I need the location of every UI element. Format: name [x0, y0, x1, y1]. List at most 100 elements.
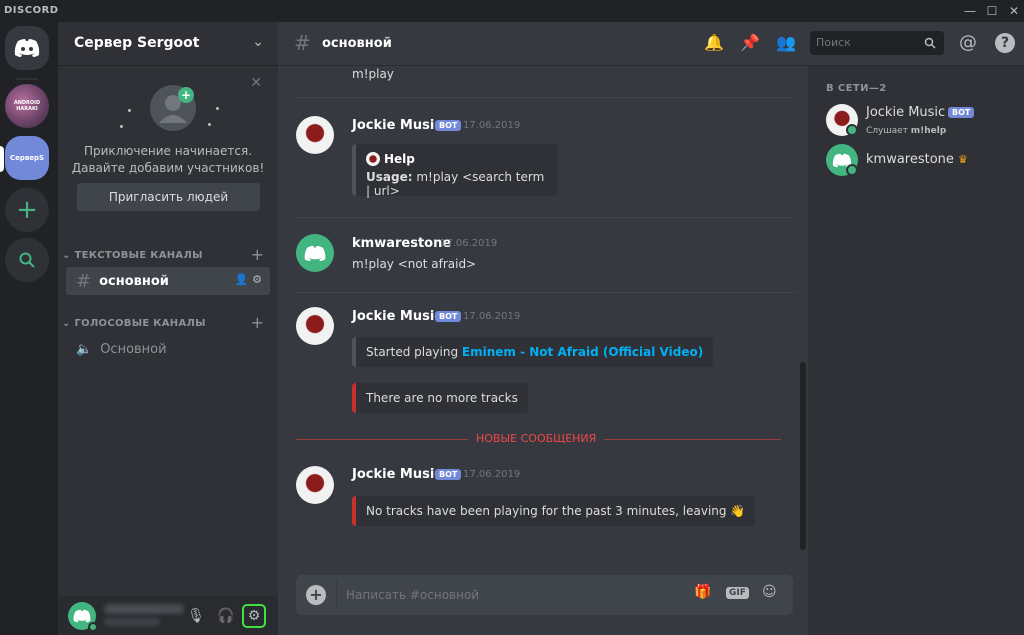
bot-badge: BOT [435, 311, 462, 322]
upload-button[interactable]: + [306, 585, 326, 605]
invite-icon[interactable]: 👤 [235, 273, 249, 286]
category-text-label: ТЕКСТОВЫЕ КАНАЛЫ [74, 250, 203, 261]
channel-tools: 👤 ⚙ [235, 273, 262, 286]
title-bar: DISCORD — ☐ ✕ [0, 0, 1024, 22]
gear-icon[interactable]: ⚙ [252, 273, 262, 286]
explore-servers-button[interactable] [5, 238, 49, 282]
guild-header[interactable]: Сервер Sergoot ⌄ [58, 22, 278, 66]
category-text-channels[interactable]: ⌄ ТЕКСТОВЫЕ КАНАЛЫ [62, 250, 203, 261]
home-button[interactable] [5, 26, 49, 70]
rail-separator [16, 78, 38, 80]
add-user-icon: + [178, 87, 194, 103]
invite-text-line2: Давайте добавим участников! [71, 161, 265, 175]
gift-icon[interactable]: 🎁 [694, 584, 711, 600]
timestamp: 17.06.2019 [463, 311, 521, 322]
avatar[interactable] [296, 116, 334, 154]
close-icon[interactable]: ✕ [250, 75, 262, 91]
search-input[interactable]: Поиск [810, 31, 944, 55]
message-divider [296, 217, 796, 218]
timestamp: 17.06.2019 [463, 120, 521, 131]
headphones-icon[interactable]: 🎧 [214, 604, 238, 628]
create-voice-channel-button[interactable]: + [251, 313, 264, 332]
member-activity: Слушает m!help [866, 126, 946, 136]
embed-usage: Usage: m!play <search term | url> [366, 170, 548, 198]
embed-text: No tracks have been playing for the past… [366, 504, 727, 518]
message-divider [296, 292, 796, 293]
search-icon [924, 37, 936, 49]
no-more-tracks-embed: There are no more tracks [352, 383, 528, 413]
voice-channel-osnovnoy[interactable]: 🔈 Основной [66, 335, 270, 363]
avatar[interactable] [296, 234, 334, 272]
active-server-indicator [0, 146, 4, 172]
server-serverS[interactable]: СерверS [5, 136, 49, 180]
track-link[interactable]: Eminem - Not Afraid (Official Video) [462, 345, 703, 359]
maximize-button[interactable]: ☐ [982, 2, 1002, 20]
member-item[interactable]: kmwarestone ♛ [824, 140, 1020, 180]
members-icon[interactable]: 👥 [776, 33, 796, 52]
search-icon [19, 252, 35, 268]
voice-channel-name: Основной [100, 341, 167, 357]
mentions-icon[interactable]: @ [959, 32, 977, 53]
avatar[interactable] [296, 466, 334, 504]
channel-osnovnoy[interactable]: # основной 👤 ⚙ [66, 267, 270, 295]
activity-prefix: Слушает [866, 126, 908, 136]
message-author[interactable]: Jockie Music [352, 118, 442, 133]
add-server-button[interactable]: + [5, 188, 49, 232]
hash-icon: # [76, 270, 92, 292]
member-item[interactable]: Jockie Music BOT Слушает m!help [824, 100, 1020, 140]
emoji-icon[interactable]: ☺ [762, 584, 777, 600]
speaker-icon: 🔈 [76, 341, 93, 357]
activity-bold: m!help [910, 126, 947, 136]
sparkle-dot [216, 107, 219, 110]
member-name: kmwarestone [866, 152, 954, 167]
invite-text: Приключение начинается. Давайте добавим … [68, 143, 268, 177]
invite-people-button[interactable]: Пригласить людей [77, 183, 260, 211]
usertag-blurred [104, 618, 160, 626]
message-author[interactable]: kmwarestone [352, 236, 451, 251]
gif-button[interactable]: GIF [726, 587, 749, 599]
leaving-embed: No tracks have been playing for the past… [352, 496, 756, 526]
wave-icon: 👋 [730, 504, 746, 518]
channel-title: основной [322, 36, 392, 51]
bot-badge: BOT [435, 120, 462, 131]
avatar[interactable] [296, 307, 334, 345]
close-window-button[interactable]: ✕ [1004, 2, 1024, 20]
server-android[interactable]: ANDROID HARAKI [5, 84, 49, 128]
sparkle-dot [208, 123, 211, 126]
sparkle-dot [120, 125, 123, 128]
microphone-icon[interactable]: 🎙 [184, 604, 208, 628]
search-placeholder: Поиск [816, 36, 851, 49]
chat-scrollbar[interactable] [800, 362, 806, 550]
message-input-bar: + 🎁 GIF ☺ [296, 575, 793, 615]
crown-icon: ♛ [958, 153, 968, 166]
embed-title-text: Help [384, 152, 415, 166]
help-icon[interactable]: ? [995, 33, 1015, 53]
new-messages-label: НОВЫЕ СООБЩЕНИЯ [468, 432, 605, 445]
channel-sidebar: Сервер Sergoot ⌄ ✕ + Приключение начинае… [58, 22, 278, 635]
user-settings-button[interactable]: ⚙ [242, 604, 266, 628]
online-category: В СЕТИ—2 [826, 83, 887, 94]
bell-icon[interactable]: 🔔 [704, 33, 724, 52]
message-content: m!play <not afraid> [352, 257, 477, 271]
minimize-button[interactable]: — [960, 2, 980, 20]
user-panel: 🎙 🎧 ⚙ [58, 596, 278, 635]
chat-header: # основной [278, 22, 808, 66]
now-playing-embed: Started playing Eminem - Not Afraid (Off… [352, 337, 714, 367]
message-divider [296, 97, 796, 98]
help-embed: Help Usage: m!play <search term | url> [352, 144, 558, 198]
member-list: В СЕТИ—2 Jockie Music BOT Слушает m!help… [808, 22, 1024, 635]
create-text-channel-button[interactable]: + [251, 245, 264, 264]
message-author[interactable]: Jockie Music [352, 467, 442, 482]
bot-badge: BOT [948, 107, 975, 118]
timestamp: 17.06.2019 [440, 238, 498, 249]
online-status-icon [846, 124, 858, 136]
invite-text-line1: Приключение начинается. [83, 144, 253, 158]
message-author[interactable]: Jockie Music [352, 309, 442, 324]
category-voice-channels[interactable]: ⌄ ГОЛОСОВЫЕ КАНАЛЫ [62, 318, 206, 329]
message-input[interactable] [346, 585, 676, 605]
chevron-down-icon: ⌄ [252, 34, 264, 50]
embed-author-icon [366, 152, 380, 166]
input-separator [336, 581, 337, 609]
pin-icon[interactable]: 📌 [740, 33, 760, 52]
username-blurred [104, 604, 184, 614]
